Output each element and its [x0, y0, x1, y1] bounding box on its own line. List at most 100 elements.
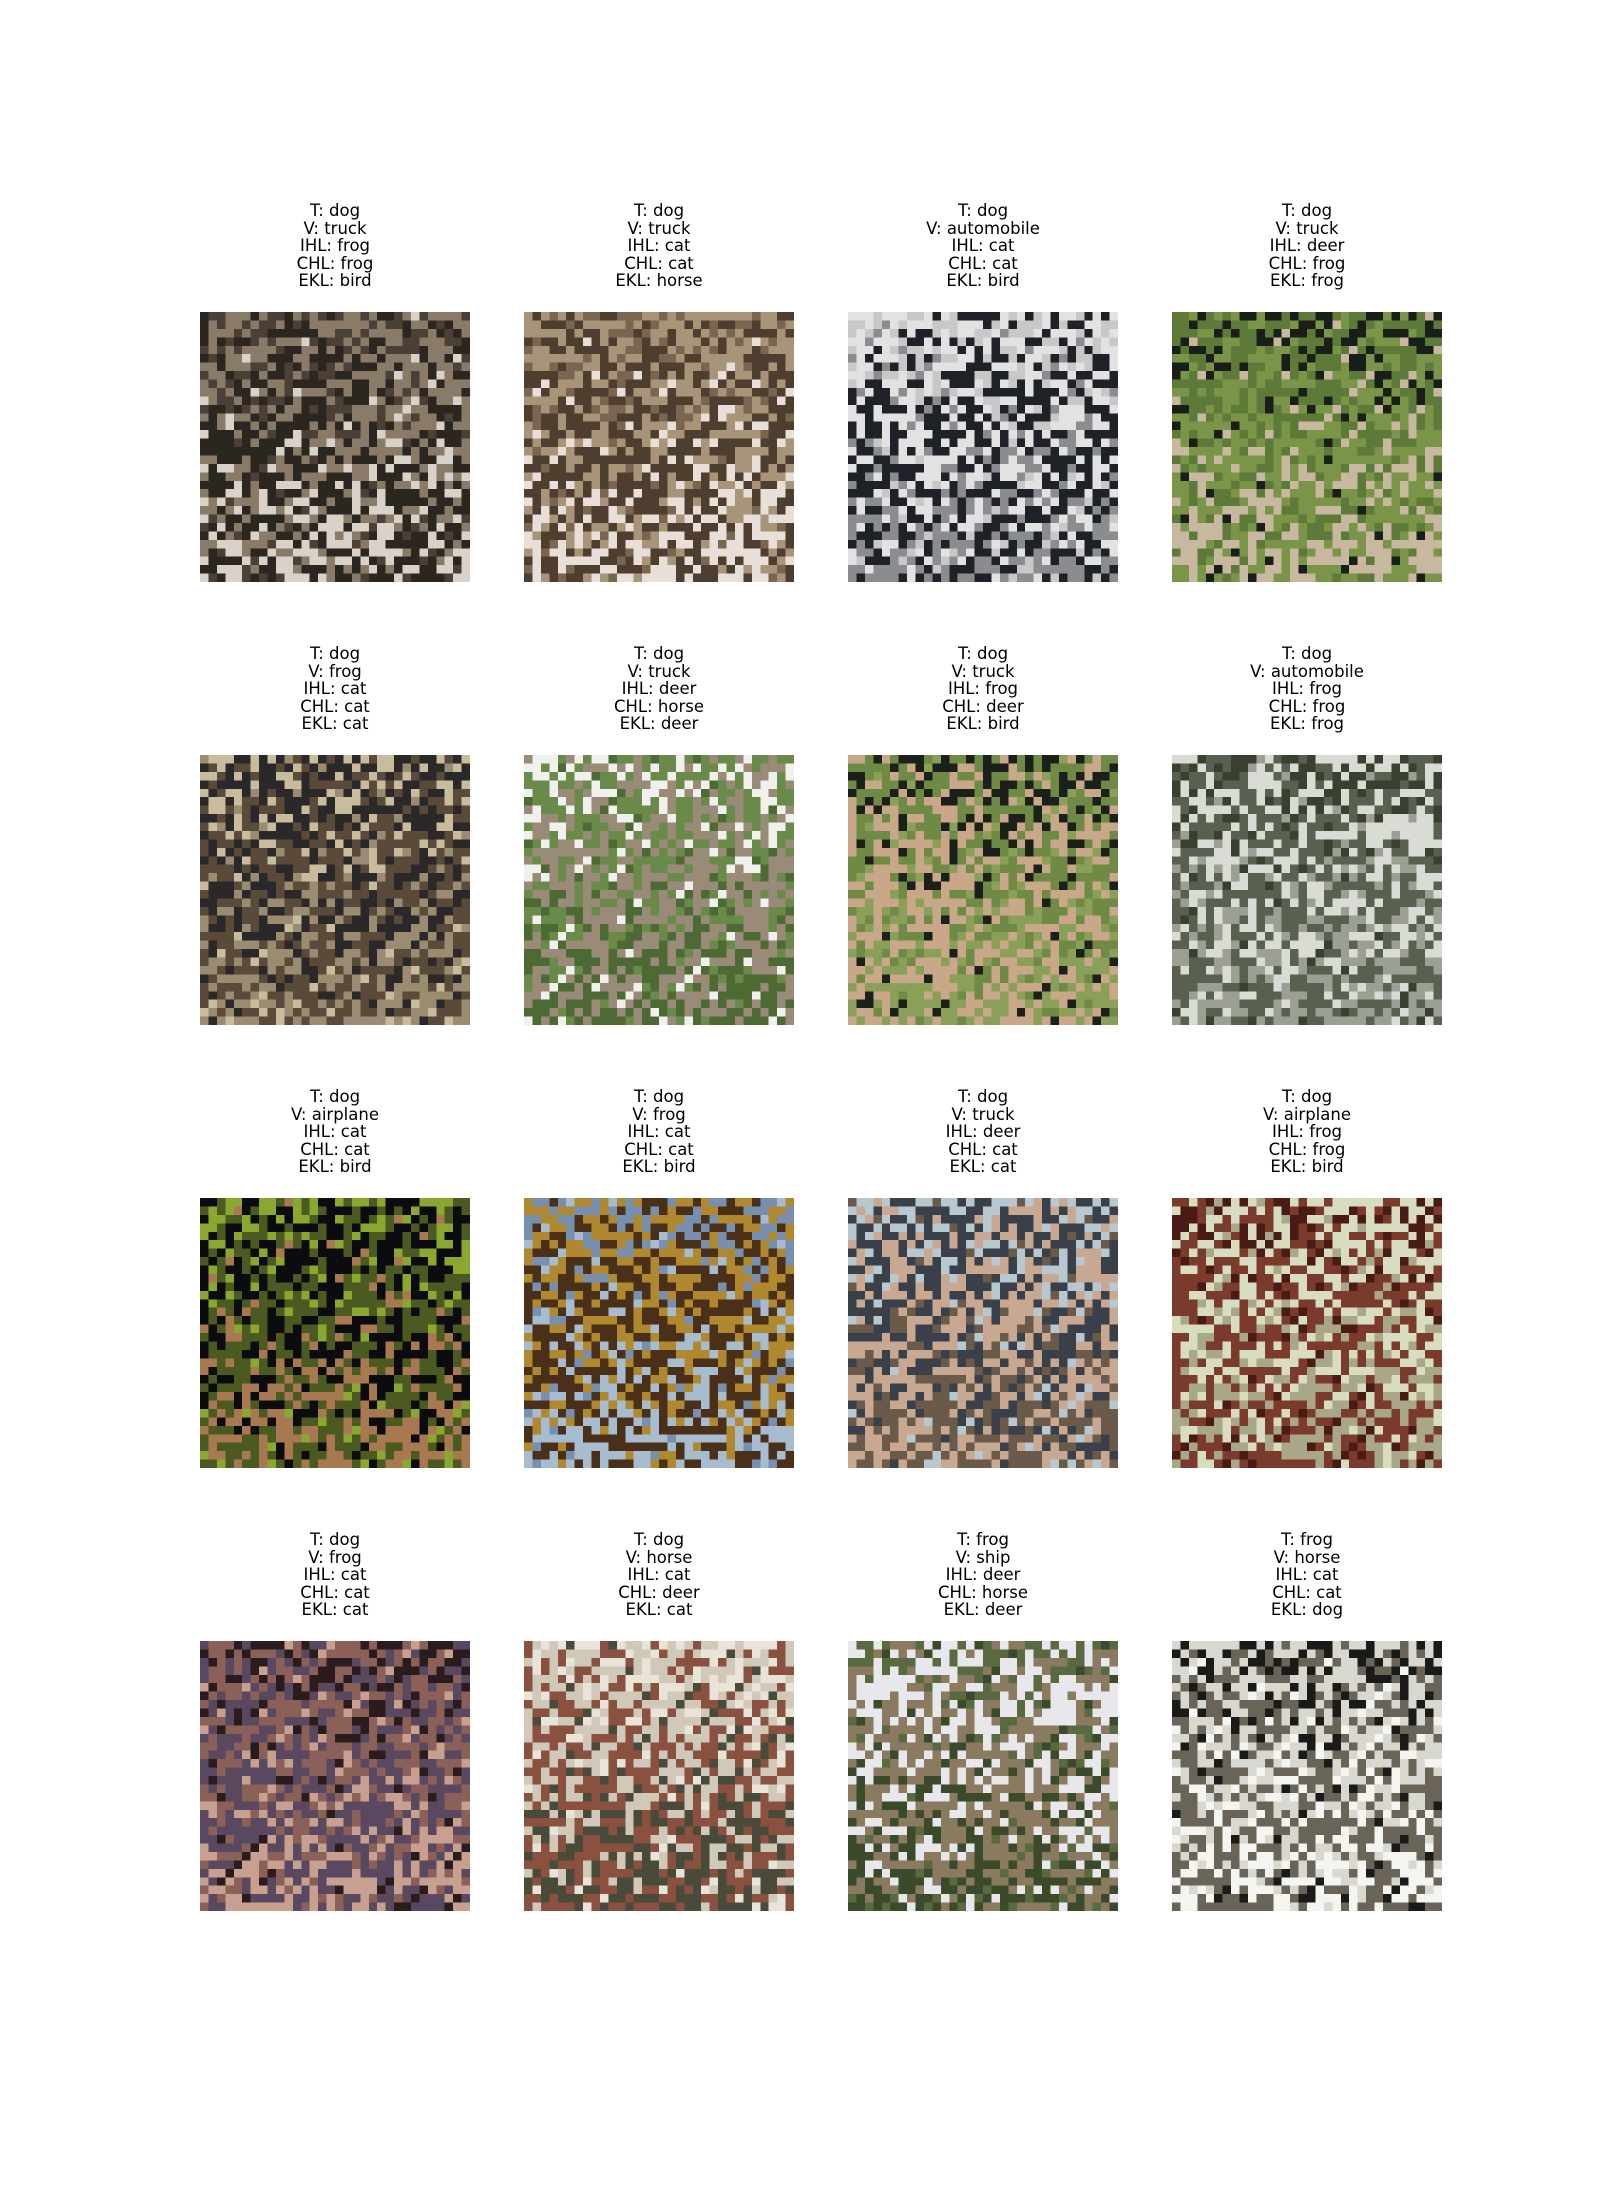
pixelated-dog-photo — [1172, 1198, 1442, 1468]
thumbnail-image — [200, 755, 470, 1025]
ihl-label: IHL: deer — [945, 1122, 1021, 1142]
v-label: V: truck — [627, 218, 691, 238]
panel-caption: T: dog V: automobile IHL: cat CHL: cat EKL: … — [848, 202, 1118, 290]
chl-label: CHL: cat — [948, 1139, 1018, 1159]
pixelated-dog-photo — [848, 755, 1118, 1025]
pixelated-dog-photo — [1172, 1641, 1442, 1911]
thumbnail-image — [200, 312, 470, 582]
true-label: T: dog — [309, 201, 361, 220]
ihl-label: IHL: cat — [627, 1122, 691, 1142]
chl-label: CHL: cat — [624, 253, 694, 273]
ihl-label: IHL: cat — [303, 1565, 367, 1585]
v-label: V: horse — [1273, 1547, 1341, 1567]
true-label: T: dog — [309, 644, 361, 663]
v-label: V: truck — [627, 661, 691, 681]
thumbnail-image — [1172, 1641, 1442, 1911]
chl-label: CHL: deer — [618, 1582, 700, 1602]
panel-caption: T: dog V: automobile IHL: frog CHL: frog EKL… — [1172, 645, 1442, 733]
panel: T: dog V: automobile IHL: cat CHL: cat EKL: … — [848, 202, 1118, 582]
panel: T: dog V: horse IHL: cat CHL: deer EKL: cat — [524, 1531, 794, 1911]
thumbnail-image — [848, 755, 1118, 1025]
v-label: V: truck — [303, 218, 367, 238]
panel: T: dog V: frog IHL: cat CHL: cat EKL: cat — [200, 1531, 470, 1911]
v-label: V: automobile — [1250, 661, 1364, 681]
ekl-label: EKL: horse — [615, 271, 703, 291]
true-label: T: frog — [1281, 1530, 1333, 1549]
panel: T: dog V: truck IHL: deer CHL: frog EKL: fro… — [1172, 202, 1442, 582]
pixelated-dog-photo — [848, 1198, 1118, 1468]
ekl-label: EKL: bird — [298, 271, 372, 291]
v-label: V: truck — [951, 1104, 1015, 1124]
ihl-label: IHL: frog — [1271, 679, 1343, 699]
true-label: T: dog — [633, 644, 685, 663]
pixelated-dog-photo — [524, 1641, 794, 1911]
ihl-label: IHL: deer — [945, 1565, 1021, 1585]
thumbnail-image — [848, 312, 1118, 582]
panel-caption: T: dog V: frog IHL: cat CHL: cat EKL: cat — [200, 1531, 470, 1619]
panel-caption: T: frog V: ship IHL: deer CHL: horse EKL: de… — [848, 1531, 1118, 1619]
true-label: T: dog — [633, 1087, 685, 1106]
thumbnail-image — [200, 1198, 470, 1468]
ekl-label: EKL: bird — [946, 271, 1020, 291]
panel: T: dog V: automobile IHL: frog CHL: frog EKL… — [1172, 645, 1442, 1025]
panel: T: dog V: truck IHL: frog CHL: frog EKL: bir… — [200, 202, 470, 582]
panel: T: dog V: truck IHL: deer CHL: horse EKL: de… — [524, 645, 794, 1025]
panel-caption: T: dog V: frog IHL: cat CHL: cat EKL: cat — [200, 645, 470, 733]
chl-label: CHL: cat — [948, 253, 1018, 273]
v-label: V: automobile — [926, 218, 1040, 238]
ekl-label: EKL: bird — [622, 1157, 696, 1177]
pixelated-dog-photo — [848, 312, 1118, 582]
panel-caption: T: dog V: frog IHL: cat CHL: cat EKL: bird — [524, 1088, 794, 1176]
ihl-label: IHL: frog — [947, 679, 1019, 699]
panel-caption: T: dog V: truck IHL: deer CHL: horse EKL: de… — [524, 645, 794, 733]
true-label: T: dog — [1281, 201, 1333, 220]
thumbnail-image — [1172, 312, 1442, 582]
panel-caption: T: dog V: airplane IHL: cat CHL: cat EKL: bi… — [200, 1088, 470, 1176]
chl-label: CHL: frog — [296, 253, 374, 273]
v-label: V: frog — [308, 661, 362, 681]
chl-label: CHL: deer — [942, 696, 1024, 716]
chl-label: CHL: frog — [1268, 253, 1346, 273]
chl-label: CHL: cat — [624, 1139, 694, 1159]
pixelated-dog-photo — [524, 755, 794, 1025]
ihl-label: IHL: cat — [303, 1122, 367, 1142]
panel: T: dog V: truck IHL: frog CHL: deer EKL: bir… — [848, 645, 1118, 1025]
ihl-label: IHL: deer — [1269, 236, 1345, 256]
true-label: T: dog — [1281, 1087, 1333, 1106]
v-label: V: truck — [951, 661, 1015, 681]
panel: T: dog V: frog IHL: cat CHL: cat EKL: bird — [524, 1088, 794, 1468]
ekl-label: EKL: cat — [301, 714, 369, 734]
pixelated-dog-photo — [524, 1198, 794, 1468]
ihl-label: IHL: frog — [299, 236, 371, 256]
pixelated-dog-photo — [848, 1641, 1118, 1911]
pixelated-dog-photo — [1172, 312, 1442, 582]
thumbnail-image — [1172, 755, 1442, 1025]
ekl-label: EKL: deer — [943, 1600, 1023, 1620]
pixelated-dog-photo — [1172, 755, 1442, 1025]
ihl-label: IHL: cat — [627, 1565, 691, 1585]
panel-caption: T: dog V: truck IHL: cat CHL: cat EKL: horse — [524, 202, 794, 290]
chl-label: CHL: cat — [1272, 1582, 1342, 1602]
v-label: V: frog — [308, 1547, 362, 1567]
panel: T: dog V: airplane IHL: cat CHL: cat EKL: bi… — [200, 1088, 470, 1468]
true-label: T: frog — [957, 1530, 1009, 1549]
panel-caption: T: dog V: truck IHL: frog CHL: deer EKL: bir… — [848, 645, 1118, 733]
chl-label: CHL: horse — [613, 696, 704, 716]
ekl-label: EKL: frog — [1269, 714, 1345, 734]
ekl-label: EKL: dog — [1270, 1600, 1344, 1620]
pixelated-dog-photo — [200, 312, 470, 582]
ihl-label: IHL: cat — [1275, 1565, 1339, 1585]
true-label: T: dog — [633, 1530, 685, 1549]
panel: T: frog V: horse IHL: cat CHL: cat EKL: dog — [1172, 1531, 1442, 1911]
v-label: V: truck — [1275, 218, 1339, 238]
ihl-label: IHL: cat — [627, 236, 691, 256]
ekl-label: EKL: cat — [625, 1600, 693, 1620]
chl-label: CHL: frog — [1268, 696, 1346, 716]
pixelated-dog-photo — [200, 1198, 470, 1468]
true-label: T: dog — [957, 644, 1009, 663]
pixelated-dog-photo — [200, 755, 470, 1025]
v-label: V: horse — [625, 1547, 693, 1567]
panel-caption: T: dog V: truck IHL: deer CHL: frog EKL: fro… — [1172, 202, 1442, 290]
chl-label: CHL: cat — [300, 696, 370, 716]
true-label: T: dog — [1281, 644, 1333, 663]
